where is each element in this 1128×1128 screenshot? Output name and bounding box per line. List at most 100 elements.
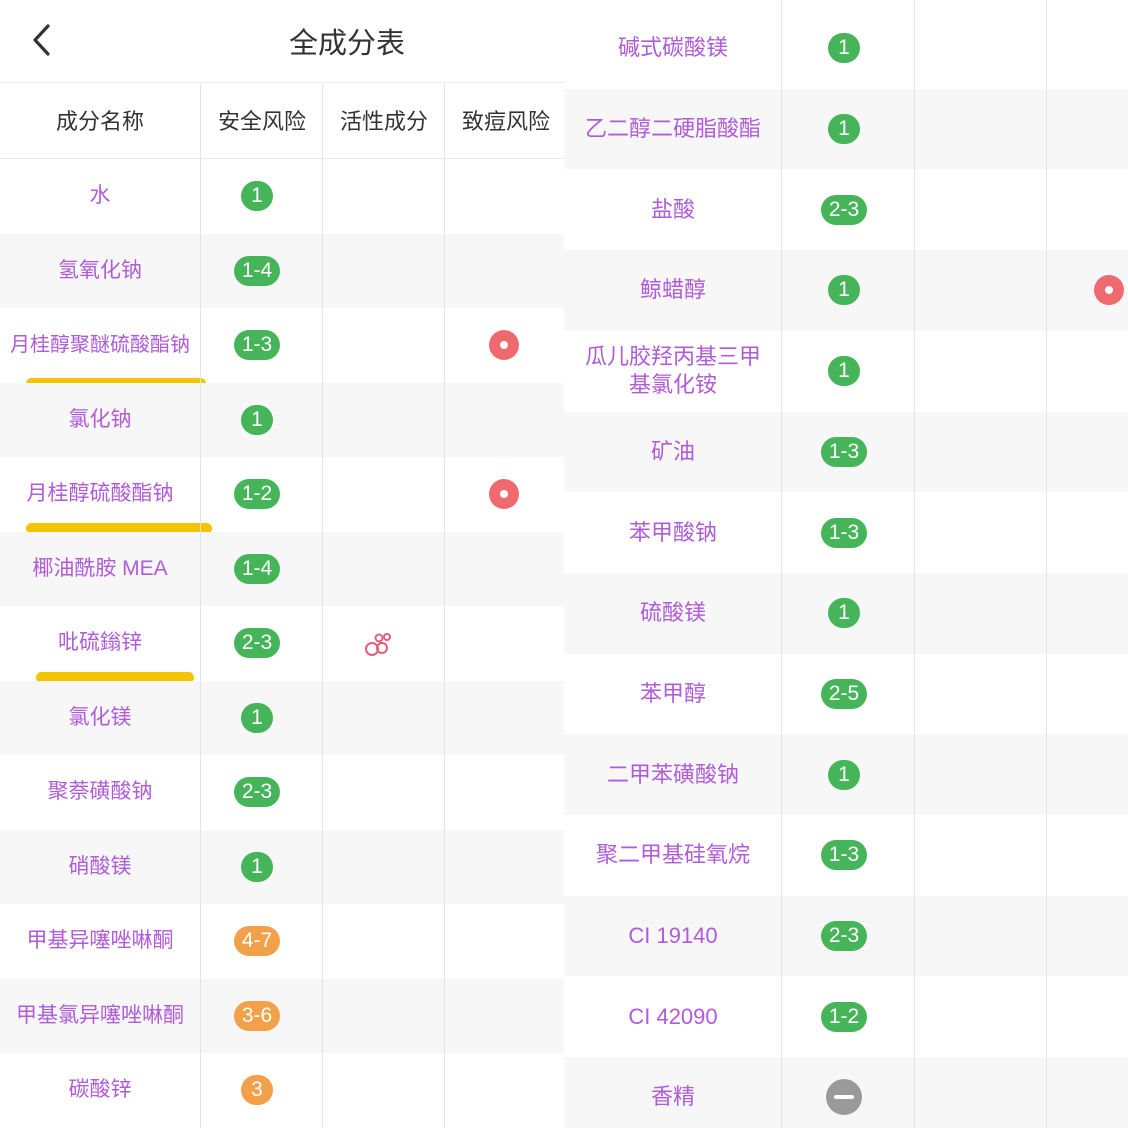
page-title: 全成分表 — [288, 28, 405, 60]
ingredient-name: 香精 — [650, 1084, 695, 1110]
ingredient-name: 硫酸镁 — [639, 600, 706, 626]
unknown-risk-icon — [826, 1079, 862, 1116]
table-row: 乙二醇二硬脂酸酯 1 — [564, 88, 1128, 170]
safety-badge: 1-3 — [821, 840, 867, 871]
table-row: 碳酸锌 3 — [0, 1053, 564, 1128]
safety-badge: 3 — [241, 1075, 273, 1106]
safety-badge: 2-5 — [821, 678, 867, 709]
ingredient-name: CI 19140 — [628, 923, 718, 949]
safety-badge: 1 — [828, 114, 860, 145]
column-header-acne: 致痘风险 — [461, 109, 550, 134]
table-row: CI 19140 2-3 — [564, 895, 1128, 977]
ingredient-name: 椰油酰胺 MEA — [32, 556, 168, 580]
safety-badge: 1-2 — [234, 479, 280, 510]
ingredient-name: 甲基氯异噻唑啉酮 — [16, 1003, 184, 1027]
ingredient-name: 盐酸 — [650, 196, 695, 222]
ingredient-name: 苯甲酸钠 — [628, 519, 717, 545]
table-row: 香精 — [564, 1057, 1128, 1128]
ingredient-name: 碳酸锌 — [68, 1078, 132, 1102]
safety-badge: 2-3 — [821, 194, 867, 225]
safety-badge: 1 — [828, 275, 860, 306]
ingredient-name: 甲基异噻唑啉酮 — [26, 929, 174, 953]
ingredient-name: 二甲苯磺酸钠 — [606, 761, 739, 787]
ingredient-name: CI 42090 — [628, 1003, 718, 1029]
column-header-safety: 安全风险 — [217, 109, 306, 134]
table-row: 二甲苯磺酸钠 1 — [564, 734, 1128, 815]
ingredient-name: 聚萘磺酸钠 — [47, 780, 153, 804]
safety-badge: 2-3 — [234, 777, 280, 808]
column-divider — [200, 84, 201, 1128]
safety-badge: 3-6 — [234, 1000, 280, 1031]
ingredient-name: 月桂醇硫酸酯钠 — [26, 482, 174, 506]
table-header: 成分名称 安全风险 活性成分 致痘风险 — [0, 84, 564, 159]
safety-badge: 1-3 — [234, 330, 280, 361]
safety-badge: 1 — [241, 702, 273, 733]
ingredient-name: 乙二醇二硬脂酸酯 — [584, 116, 761, 142]
safety-badge: 1-2 — [821, 1001, 867, 1032]
table-row: 氢氧化钠 1-4 — [0, 233, 564, 308]
safety-badge: 1 — [241, 181, 273, 212]
table-row: 氯化镁 1 — [0, 680, 564, 755]
safety-badge: 1 — [828, 598, 860, 629]
acne-risk-icon — [489, 330, 519, 361]
safety-badge: 1-3 — [821, 517, 867, 548]
table-row: 硝酸镁 1 — [0, 829, 564, 904]
ingredient-name: 月桂醇聚醚硫酸酯钠 — [10, 334, 190, 357]
table-row: 甲基氯异噻唑啉酮 3-6 — [0, 978, 564, 1053]
safety-badge: 1 — [241, 851, 273, 882]
safety-badge: 4-7 — [234, 926, 280, 957]
column-divider — [322, 84, 323, 1128]
ingredient-name: 聚二甲基硅氧烷 — [595, 842, 750, 868]
left-screenshot: 全成分表 成分名称 安全风险 活性成分 致痘风险 水 1 氢氧化钠 1-4 月桂醇聚醚硫… — [0, 0, 564, 1128]
table-row: 硫酸镁 1 — [564, 572, 1128, 654]
table-row: 月桂醇聚醚硫酸酯钠 1-3 — [0, 308, 564, 389]
ingredient-name: 氯化钠 — [68, 407, 132, 431]
ingredient-name: 碱式碳酸镁 — [617, 35, 728, 61]
table-row: 水1 — [0, 159, 564, 234]
table-row: 矿油 1-3 — [564, 411, 1128, 493]
safety-badge: 1 — [828, 759, 860, 790]
column-divider — [444, 84, 445, 1128]
ingredient-name: 氯化镁 — [68, 705, 132, 729]
column-header-name: 成分名称 — [55, 109, 144, 134]
safety-badge: 2-3 — [234, 628, 280, 659]
active-ingredient-icon — [365, 633, 391, 657]
ingredient-name: 矿油 — [650, 438, 695, 464]
table-row: 甲基异噻唑啉酮 4-7 — [0, 904, 564, 979]
column-divider — [781, 0, 782, 1128]
table-row: 聚萘磺酸钠 2-3 — [0, 755, 564, 830]
table-row: 吡硫鎓锌 2-3 — [0, 606, 564, 683]
ingredient-name: 瓜儿胶羟丙基三甲基氯化铵 — [584, 344, 761, 398]
ingredient-name: 鲸蜡醇 — [639, 277, 706, 303]
safety-badge: 1-3 — [821, 436, 867, 467]
safety-badge: 2-3 — [821, 921, 867, 952]
safety-badge: 1 — [828, 356, 860, 387]
table-row: 聚二甲基硅氧烷 1-3 — [564, 815, 1128, 896]
table-row: 盐酸 2-3 — [564, 169, 1128, 250]
ingredient-name: 苯甲醇 — [639, 680, 706, 706]
table-row: 鲸蜡醇 1 — [564, 250, 1128, 331]
column-header-active: 活性成分 — [339, 109, 428, 134]
safety-badge: 1-4 — [234, 553, 280, 584]
table-row: 苯甲酸钠 1-3 — [564, 492, 1128, 573]
table-row: 瓜儿胶羟丙基三甲基氯化铵 1 — [564, 331, 1128, 412]
ingredient-name: 硝酸镁 — [68, 854, 132, 878]
table-row: 椰油酰胺 MEA 1-4 — [0, 531, 564, 606]
safety-badge: 1 — [241, 404, 273, 435]
table-row: 碱式碳酸镁 1 — [564, 8, 1128, 89]
ingredient-name: 氢氧化钠 — [58, 258, 142, 282]
ingredient-name: 吡硫鎓锌 — [58, 631, 142, 655]
table-row: CI 42090 1-2 — [564, 976, 1128, 1057]
acne-risk-icon — [489, 479, 519, 510]
safety-badge: 1 — [828, 33, 860, 64]
column-divider — [1046, 0, 1047, 1128]
table-row: 苯甲醇 2-5 — [564, 654, 1128, 735]
nav-bar: 全成分表 — [0, 0, 564, 83]
ingredient-name: 水 — [89, 184, 111, 208]
column-divider — [914, 0, 915, 1128]
table-row: 氯化钠 1 — [0, 382, 564, 457]
safety-badge: 1-4 — [234, 255, 280, 286]
right-screenshot: 碱式碳酸镁 1 乙二醇二硬脂酸酯 1 盐酸 2-3 鲸蜡醇 1 瓜儿胶羟丙基三甲基氯化铵 1 矿油 1… — [564, 0, 1128, 1128]
table-row: 月桂醇硫酸酯钠 1-2 — [0, 457, 564, 534]
acne-risk-icon — [1094, 275, 1124, 306]
